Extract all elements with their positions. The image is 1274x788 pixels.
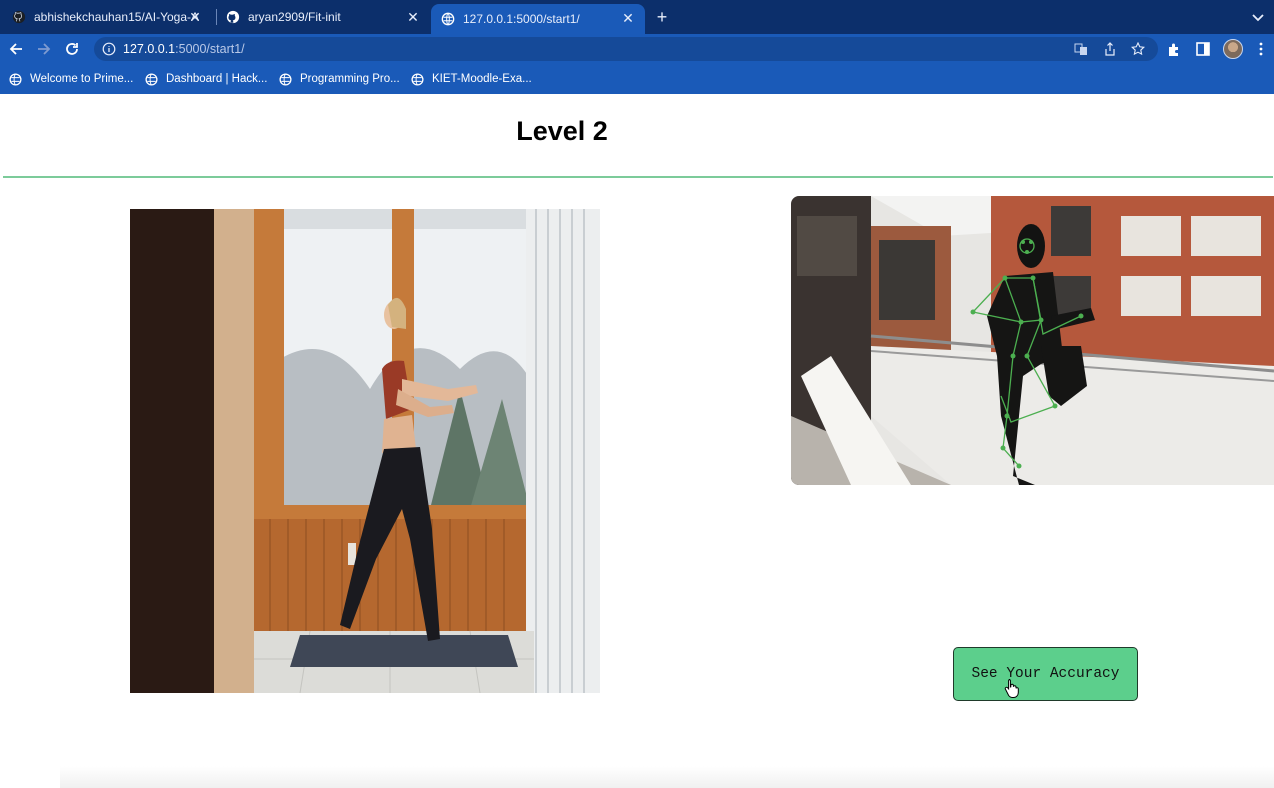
tab-strip: abhishekchauhan15/AI-Yoga-A ✕ aryan2909/…: [0, 0, 1274, 34]
globe-icon: [441, 12, 455, 26]
page-bottom-shadow: [60, 766, 1274, 788]
share-icon[interactable]: [1103, 42, 1117, 56]
url-path: :5000/start1/: [175, 42, 245, 56]
tab-github-fit-init[interactable]: aryan2909/Fit-init ✕: [226, 0, 430, 34]
new-tab-icon[interactable]: +: [654, 8, 670, 26]
tab-github-ai-yoga[interactable]: abhishekchauhan15/AI-Yoga-A ✕: [12, 0, 212, 34]
translate-icon[interactable]: [1074, 42, 1088, 56]
tab-title: abhishekchauhan15/AI-Yoga-A: [34, 10, 200, 24]
avatar[interactable]: [1223, 39, 1243, 59]
side-panel-icon[interactable]: [1195, 41, 1211, 57]
bookmark-label: Dashboard | Hack...: [166, 73, 268, 85]
tab-localhost-start1[interactable]: 127.0.0.1:5000/start1/ ✕: [431, 4, 645, 34]
browser-toolbar: 127.0.0.1:5000/start1/: [0, 34, 1274, 64]
github-icon: [12, 10, 26, 24]
close-icon[interactable]: ✕: [188, 10, 202, 24]
globe-icon: [279, 72, 292, 86]
reference-pose-image: [130, 209, 600, 693]
star-icon[interactable]: [1131, 42, 1145, 56]
bookmark-item[interactable]: Welcome to Prime...: [9, 71, 133, 87]
hand-cursor-icon: [1004, 679, 1019, 698]
info-icon[interactable]: [102, 42, 116, 56]
back-arrow-icon[interactable]: [6, 39, 26, 59]
url-host: 127.0.0.1: [123, 42, 176, 56]
bookmark-item[interactable]: Programming Pro...: [279, 71, 400, 87]
chevron-down-icon[interactable]: [1250, 9, 1266, 25]
forward-arrow-icon[interactable]: [34, 39, 54, 59]
divider: [3, 176, 1273, 178]
tab-title: aryan2909/Fit-init: [248, 10, 341, 24]
bookmark-label: KIET-Moodle-Exa...: [432, 73, 532, 85]
close-icon[interactable]: ✕: [621, 11, 635, 25]
bookmark-label: Programming Pro...: [300, 73, 400, 85]
globe-icon: [9, 72, 22, 86]
bookmark-item[interactable]: KIET-Moodle-Exa...: [411, 71, 532, 87]
url-text: 127.0.0.1:5000/start1/: [123, 42, 245, 56]
address-bar[interactable]: 127.0.0.1:5000/start1/: [94, 37, 1158, 61]
close-icon[interactable]: ✕: [406, 10, 420, 24]
github-icon: [226, 10, 240, 24]
globe-icon: [411, 72, 424, 86]
page-title: Level 2: [516, 116, 608, 146]
webcam-feed: [791, 196, 1274, 485]
bookmark-label: Welcome to Prime...: [30, 73, 134, 85]
page-content: Level 2 See Your Accuracy: [0, 94, 1274, 788]
tab-separator: [216, 9, 217, 25]
bookmarks-bar: Welcome to Prime... Dashboard | Hack... …: [0, 64, 1274, 94]
see-accuracy-button[interactable]: See Your Accuracy: [953, 647, 1138, 701]
reload-icon[interactable]: [62, 39, 82, 59]
tab-title: 127.0.0.1:5000/start1/: [463, 12, 580, 26]
globe-icon: [145, 72, 158, 86]
more-vert-icon[interactable]: [1253, 41, 1269, 57]
extensions-icon[interactable]: [1166, 41, 1182, 57]
bookmark-item[interactable]: Dashboard | Hack...: [145, 71, 267, 87]
